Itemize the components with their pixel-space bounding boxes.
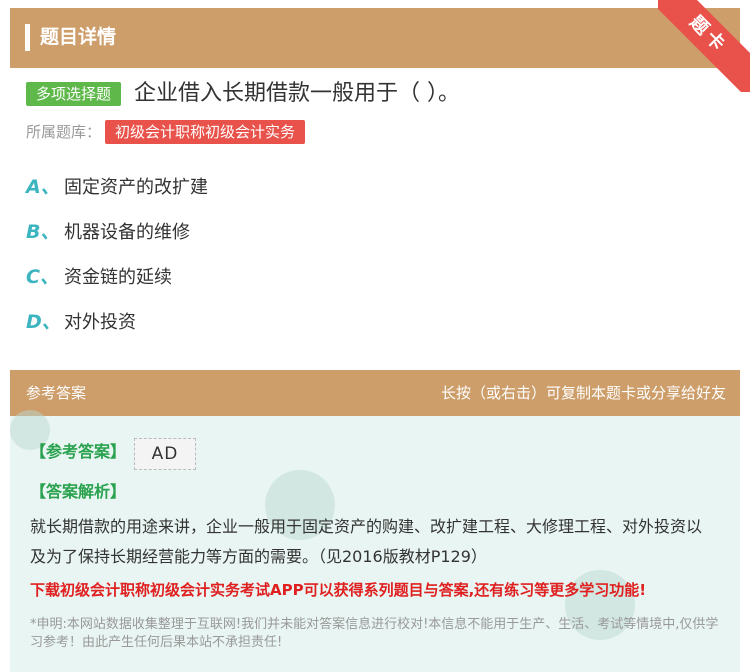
option-text: 固定资产的改扩建 (64, 177, 208, 198)
option-text: 资金链的延续 (64, 267, 172, 288)
option-letter: B、 (26, 221, 60, 243)
option-text: 对外投资 (64, 312, 136, 333)
answer-value: AD (134, 438, 196, 470)
option-b[interactable]: B、 机器设备的维修 (26, 217, 190, 247)
option-a[interactable]: A、 固定资产的改扩建 (26, 172, 208, 202)
answer-panel: 参考答案 长按（或右击）可复制本题卡或分享给好友 【参考答案】 AD 【答案解析… (10, 370, 740, 672)
page-header: 题目详情 (10, 8, 740, 68)
option-letter: C、 (26, 266, 59, 288)
option-letter: A、 (26, 176, 60, 198)
option-text: 机器设备的维修 (64, 222, 190, 243)
ribbon-label: 题卡 (658, 0, 750, 92)
share-hint: 长按（或右击）可复制本题卡或分享给好友 (440, 384, 726, 402)
answer-label: 【参考答案】 (30, 442, 127, 461)
header-accent-bar (25, 24, 30, 51)
app-promo-link[interactable]: 下载初级会计职称初级会计实务考试APP可以获得系列题目与答案,还有练习等更多学习… (30, 577, 730, 603)
option-d[interactable]: D、 对外投资 (26, 307, 136, 337)
question-text: 企业借入长期借款一般用于（ ）。 (134, 81, 460, 106)
bank-label: 所属题库： (26, 123, 102, 141)
question-type-badge: 多项选择题 (26, 82, 122, 106)
option-letter: D、 (26, 311, 61, 333)
page-title: 题目详情 (40, 26, 117, 48)
corner-ribbon: 题卡 (658, 0, 750, 92)
explanation-text: 就长期借款的用途来讲，企业一般用于固定资产的购建、改扩建工程、大修理工程、对外投… (30, 517, 703, 566)
answer-section-title: 参考答案 (26, 384, 87, 402)
bank-tag-link[interactable]: 初级会计职称初级会计实务 (105, 120, 306, 144)
disclaimer: *申明:本网站数据收集整理于互联网!我们并未能对答案信息进行校对!本信息不能用于… (30, 617, 719, 650)
answer-header: 参考答案 长按（或右击）可复制本题卡或分享给好友 (10, 370, 740, 416)
explanation-label: 【答案解析】 (30, 482, 127, 501)
option-c[interactable]: C、 资金链的延续 (26, 262, 172, 292)
